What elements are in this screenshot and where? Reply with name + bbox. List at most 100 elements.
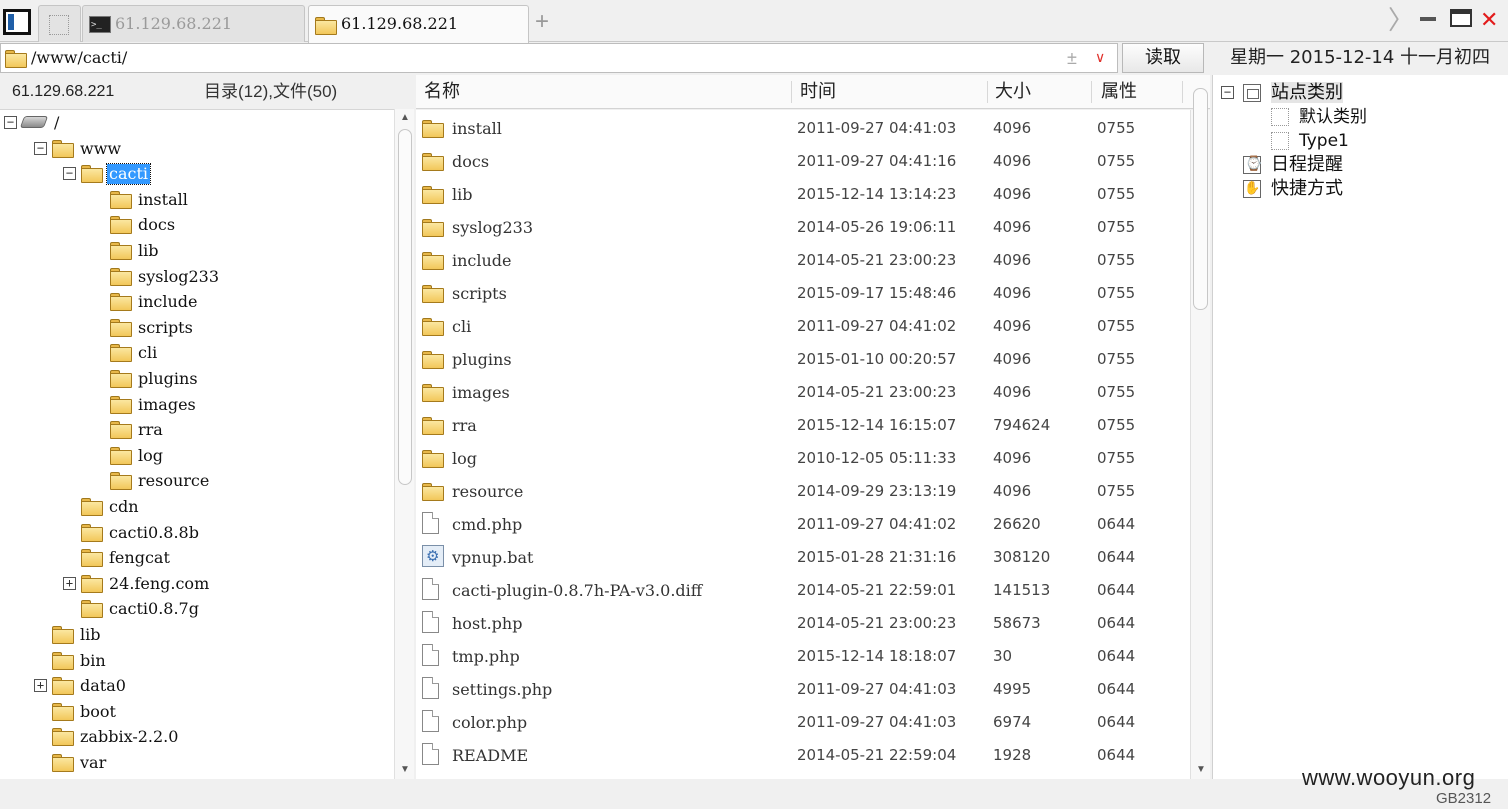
tree-node[interactable]: syslog233 — [110, 264, 221, 289]
tree-node-label[interactable]: cacti0.8.8b — [107, 520, 201, 545]
tree-node-label[interactable]: 24.feng.com — [107, 571, 211, 596]
close-button[interactable]: ✕ — [1480, 6, 1498, 34]
directory-tree[interactable]: − / − www − cacti install docs lib syslog233 inclu… — [0, 109, 414, 779]
category-label[interactable]: 默认类别 — [1299, 107, 1367, 127]
tree-node-label[interactable]: cacti0.8.7g — [107, 596, 201, 621]
collapse-icon[interactable]: − — [1221, 86, 1234, 99]
tree-node-label[interactable]: www — [78, 136, 123, 161]
scroll-up-icon[interactable]: ▲ — [400, 112, 410, 123]
list-scrollbar[interactable]: ▼ — [1190, 88, 1210, 779]
file-row[interactable]: README 2014-05-21 22:59:04 1928 0644 — [416, 739, 1190, 772]
category-node[interactable]: 日程提醒 — [1243, 152, 1343, 177]
category-label[interactable]: Type1 — [1299, 131, 1349, 151]
app-menu-icon[interactable] — [3, 9, 31, 35]
tree-node[interactable]: scripts — [110, 315, 195, 340]
tree-node-label[interactable]: / — [52, 110, 61, 135]
file-row[interactable]: rra 2015-12-14 16:15:07 794624 0755 — [416, 409, 1190, 442]
collapse-icon[interactable]: − — [34, 141, 47, 155]
file-row[interactable]: settings.php 2011-09-27 04:41:03 4995 0644 — [416, 673, 1190, 706]
file-list[interactable]: install 2011-09-27 04:41:03 4096 0755 docs 20… — [416, 110, 1190, 779]
collapse-icon[interactable]: − — [4, 116, 17, 129]
tree-node[interactable]: zabbix-2.2.0 — [52, 724, 180, 749]
scroll-down-icon[interactable]: ▼ — [1196, 764, 1206, 775]
tree-node-label[interactable]: bin — [78, 648, 108, 673]
file-row[interactable]: tmp.php 2015-12-14 18:18:07 30 0644 — [416, 640, 1190, 673]
category-node[interactable]: 快捷方式 — [1243, 177, 1343, 201]
column-size[interactable]: 大小 — [995, 75, 1031, 109]
file-row[interactable]: resource 2014-09-29 23:13:19 4096 0755 — [416, 475, 1190, 508]
tree-node-label[interactable]: lib — [78, 622, 102, 647]
category-label[interactable]: 日程提醒 — [1271, 154, 1343, 175]
tree-node[interactable]: cli — [110, 340, 159, 365]
encoding-indicator[interactable]: GB2312 — [1436, 790, 1491, 807]
tree-node[interactable]: resource — [110, 468, 211, 493]
column-divider[interactable] — [987, 81, 988, 103]
tree-node-label[interactable]: cdn — [107, 494, 141, 519]
tree-node[interactable]: bin — [52, 648, 108, 673]
path-input[interactable]: /www/cacti/ ± ∨ — [0, 43, 1118, 73]
file-row[interactable]: cli 2011-09-27 04:41:02 4096 0755 — [416, 310, 1190, 343]
tree-node-label[interactable]: images — [136, 392, 198, 417]
plus-minus-icon[interactable]: ± — [1067, 44, 1077, 72]
tab-blank[interactable] — [38, 5, 81, 42]
maximize-button[interactable] — [1450, 9, 1472, 27]
chevron-down-icon[interactable]: ∨ — [1095, 49, 1105, 66]
tree-node-label[interactable]: cli — [136, 340, 159, 365]
tree-node[interactable]: − www — [34, 136, 123, 161]
scroll-thumb[interactable] — [1193, 88, 1208, 310]
tree-node[interactable]: cacti0.8.7g — [81, 596, 201, 621]
category-node[interactable]: − 站点类别 — [1221, 81, 1343, 105]
file-row[interactable]: lib 2015-12-14 13:14:23 4096 0755 — [416, 178, 1190, 211]
tab-terminal-session[interactable]: 61.129.68.221 — [82, 5, 305, 42]
tab-file-manager-session[interactable]: 61.129.68.221 — [308, 5, 529, 43]
tree-node[interactable]: lib — [52, 622, 102, 647]
collapse-icon[interactable]: − — [63, 167, 76, 181]
tree-node[interactable]: include — [110, 289, 200, 314]
tree-node-label[interactable]: include — [136, 289, 200, 314]
read-button[interactable]: 读取 — [1122, 43, 1204, 73]
file-row[interactable]: color.php 2011-09-27 04:41:03 6974 0644 — [416, 706, 1190, 739]
tree-node-label[interactable]: syslog233 — [136, 264, 221, 289]
category-node[interactable]: 默认类别 — [1271, 105, 1367, 129]
tree-node[interactable]: install — [110, 187, 190, 212]
file-row[interactable]: include 2014-05-21 23:00:23 4096 0755 — [416, 244, 1190, 277]
file-row[interactable]: plugins 2015-01-10 00:20:57 4096 0755 — [416, 343, 1190, 376]
file-row[interactable]: vpnup.bat 2015-01-28 21:31:16 308120 0644 — [416, 540, 1190, 574]
column-name[interactable]: 名称 — [424, 75, 460, 109]
scroll-down-icon[interactable]: ▼ — [400, 764, 410, 775]
tree-node[interactable]: var — [52, 750, 108, 775]
column-time[interactable]: 时间 — [800, 75, 836, 109]
file-row[interactable]: install 2011-09-27 04:41:03 4096 0755 — [416, 112, 1190, 145]
tree-node-label[interactable]: var — [78, 750, 108, 775]
file-row[interactable]: cacti-plugin-0.8.7h-PA-v3.0.diff 2014-05-… — [416, 574, 1190, 607]
tree-node[interactable]: lib — [110, 238, 160, 263]
tree-node[interactable]: boot — [52, 699, 118, 724]
tree-node-label[interactable]: install — [136, 187, 190, 212]
tree-node-label[interactable]: docs — [136, 212, 177, 237]
column-attr[interactable]: 属性 — [1101, 75, 1137, 109]
tree-node-label[interactable]: scripts — [136, 315, 195, 340]
tree-node-label[interactable]: rra — [136, 417, 165, 442]
tree-node-label[interactable]: cacti — [105, 163, 152, 186]
tree-node[interactable]: − / — [4, 110, 61, 135]
tree-node[interactable]: cacti0.8.8b — [81, 520, 201, 545]
file-row[interactable]: cmd.php 2011-09-27 04:41:02 26620 0644 — [416, 508, 1190, 541]
file-row[interactable]: log 2010-12-05 05:11:33 4096 0755 — [416, 442, 1190, 475]
tree-node[interactable]: rra — [110, 417, 165, 442]
file-row[interactable]: images 2014-05-21 23:00:23 4096 0755 — [416, 376, 1190, 409]
tree-node-label[interactable]: log — [136, 443, 165, 468]
minimize-button[interactable] — [1420, 17, 1436, 21]
tree-node-label[interactable]: plugins — [136, 366, 200, 391]
tree-node[interactable]: plugins — [110, 366, 200, 391]
column-divider[interactable] — [791, 81, 792, 103]
tree-node-label[interactable]: fengcat — [107, 545, 172, 570]
scroll-thumb[interactable] — [398, 129, 412, 485]
tree-node[interactable]: docs — [110, 212, 177, 237]
category-node[interactable]: Type1 — [1271, 129, 1349, 153]
tree-node[interactable]: + data0 — [34, 673, 128, 698]
tree-node[interactable]: − cacti — [63, 161, 152, 186]
tree-scrollbar[interactable]: ▲ ▼ — [394, 109, 414, 779]
column-divider[interactable] — [1091, 81, 1092, 103]
file-row[interactable]: host.php 2014-05-21 23:00:23 58673 0644 — [416, 607, 1190, 640]
category-label[interactable]: 快捷方式 — [1271, 178, 1343, 199]
